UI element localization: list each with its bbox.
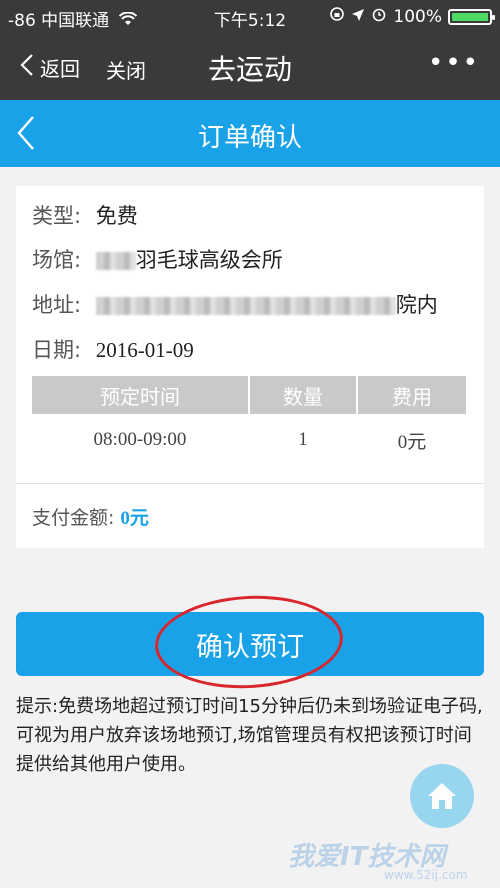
wechat-nav-bar: 返回 关闭 去运动 ••• bbox=[0, 34, 500, 100]
payment-row: 支付金额: 0元 bbox=[32, 503, 149, 530]
date-row: 日期: 2016-01-09 bbox=[32, 334, 194, 364]
payment-amount: 0元 bbox=[120, 508, 149, 529]
column-header-quantity: 数量 bbox=[250, 376, 356, 414]
divider bbox=[16, 483, 484, 484]
date-label: 日期: bbox=[32, 338, 82, 362]
page-header: 订单确认 bbox=[0, 100, 500, 167]
page-title: 订单确认 bbox=[197, 123, 302, 153]
redacted-text bbox=[95, 297, 396, 315]
location-icon bbox=[351, 7, 365, 27]
more-menu-button[interactable]: ••• bbox=[428, 48, 480, 78]
booking-table: 预定时间 数量 费用 08:00-09:00 1 0元 bbox=[32, 376, 466, 466]
home-button[interactable] bbox=[410, 764, 474, 828]
type-value: 免费 bbox=[95, 204, 138, 228]
table-row: 08:00-09:00 1 0元 bbox=[32, 414, 466, 466]
rotation-lock-icon bbox=[329, 6, 345, 27]
address-row: 地址: 院内 bbox=[32, 289, 438, 319]
venue-row: 场馆: 羽毛球高级会所 bbox=[32, 244, 283, 274]
cell-time: 08:00-09:00 bbox=[93, 429, 187, 450]
type-row: 类型: 免费 bbox=[32, 200, 138, 230]
cell-quantity: 1 bbox=[298, 429, 308, 450]
status-icons: 100% bbox=[329, 6, 495, 27]
type-label: 类型: bbox=[32, 204, 82, 228]
redacted-text bbox=[95, 252, 136, 270]
address-value: 院内 bbox=[395, 293, 438, 317]
table-header: 预定时间 数量 费用 bbox=[32, 376, 466, 414]
highlight-circle bbox=[152, 591, 346, 693]
status-bar: -86 中国联通 下午5:12 100% bbox=[0, 0, 500, 34]
watermark-url: www.52ij.com bbox=[384, 868, 468, 882]
column-header-fee: 费用 bbox=[358, 376, 466, 414]
date-value: 2016-01-09 bbox=[95, 338, 194, 362]
battery-icon bbox=[448, 8, 495, 25]
column-header-time: 预定时间 bbox=[32, 376, 248, 414]
address-label: 地址: bbox=[32, 293, 82, 317]
battery-percent: 100% bbox=[393, 6, 442, 27]
nav-title: 去运动 bbox=[207, 53, 292, 86]
payment-label: 支付金额: bbox=[32, 507, 115, 529]
home-icon bbox=[428, 783, 456, 809]
cell-fee: 0元 bbox=[397, 431, 427, 453]
order-card: 类型: 免费 场馆: 羽毛球高级会所 地址: 院内 日期: 2016-01-09… bbox=[16, 186, 484, 548]
watermark: 我爱IT技术网 www.52ij.com bbox=[288, 836, 488, 882]
venue-label: 场馆: bbox=[32, 248, 82, 272]
alarm-icon bbox=[371, 6, 387, 27]
hint-text: 提示:免费场地超过预订时间15分钟后仍未到场验证电子码,可视为用户放弃该场地预订… bbox=[16, 696, 483, 775]
venue-value: 羽毛球高级会所 bbox=[135, 248, 283, 272]
